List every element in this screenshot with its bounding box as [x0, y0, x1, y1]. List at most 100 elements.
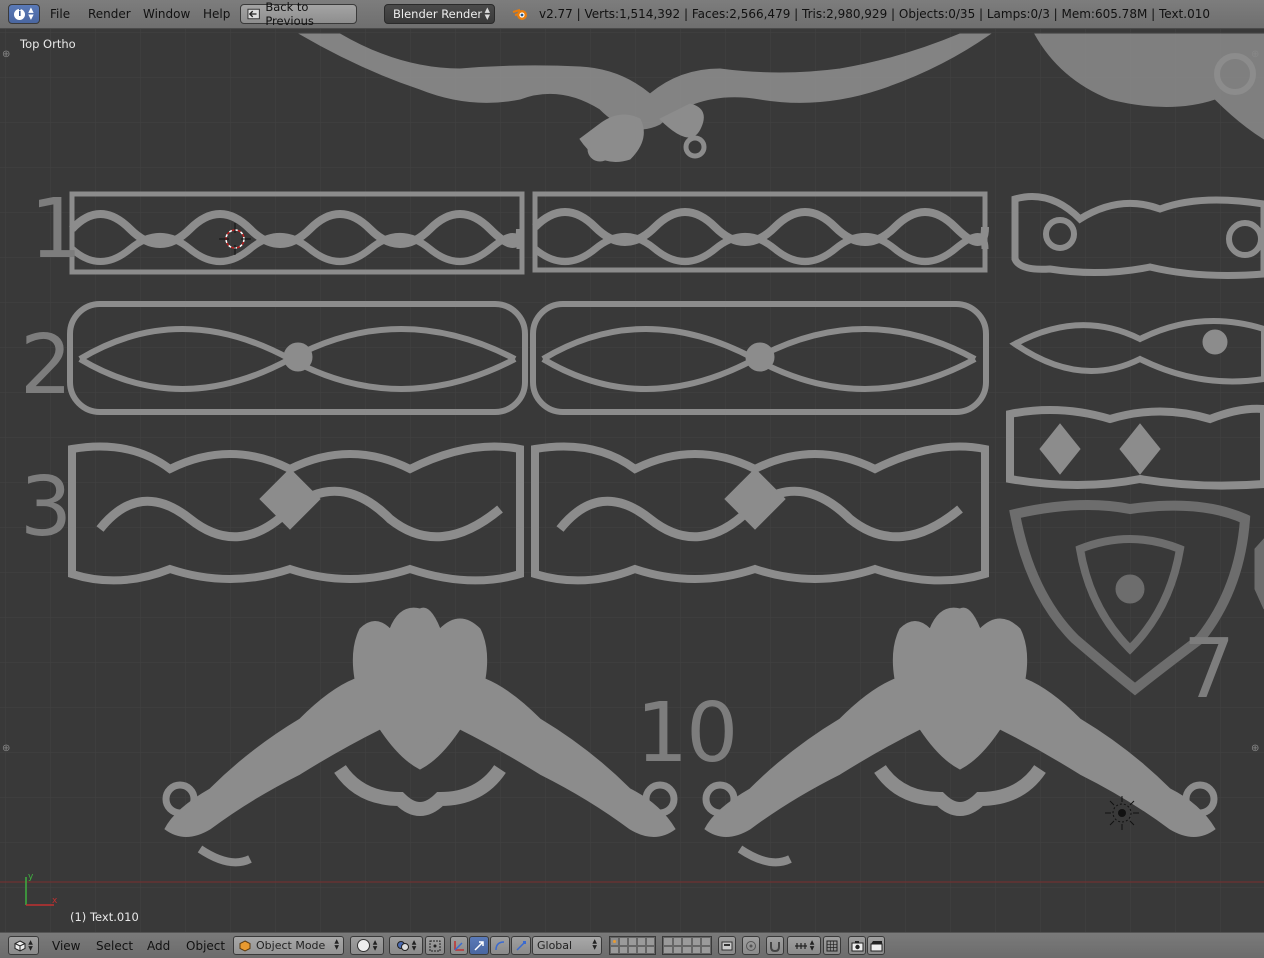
editor-type-button[interactable]: i ▲ ▼ — [8, 4, 40, 24]
chevron-updown-icon: ▲ ▼ — [484, 6, 490, 21]
editor-type-button[interactable]: ▲ ▼ — [8, 936, 39, 955]
render-engine-label: Blender Render — [393, 7, 483, 21]
axis-x-label: x — [52, 896, 58, 906]
camera-icon — [851, 940, 863, 951]
layer-button[interactable] — [628, 945, 637, 954]
layer-button[interactable] — [628, 937, 637, 946]
menu-file[interactable]: File — [50, 7, 70, 21]
chevron-updown-icon: ▲ ▼ — [372, 938, 378, 952]
layer-button[interactable] — [701, 945, 711, 954]
solid-shading-icon — [356, 939, 370, 952]
layer-button[interactable] — [672, 945, 683, 954]
layer-buttons-group-1[interactable] — [609, 936, 656, 955]
transform-orientation-dropdown[interactable]: Global ▲ ▼ — [532, 936, 602, 955]
back-arrow-icon — [247, 8, 260, 20]
layers-lock-icon — [721, 941, 733, 950]
corner-ornament — [1034, 33, 1264, 140]
orientation-label: Global — [537, 939, 573, 952]
row-number-2: 2 — [20, 318, 73, 413]
layer-button[interactable] — [610, 937, 619, 946]
area-split-icon[interactable]: ⊕ — [1251, 49, 1259, 60]
snap-target-button[interactable] — [823, 936, 841, 955]
center-points-icon — [429, 940, 441, 951]
manipulator-icon — [453, 941, 464, 951]
pivot-icon — [396, 940, 409, 951]
crest-ornament-left — [162, 607, 678, 867]
rotate-icon — [495, 940, 505, 950]
layer-button[interactable] — [646, 945, 655, 954]
chevron-updown-icon: ▲ ▼ — [334, 938, 339, 951]
layer-button[interactable] — [691, 937, 702, 946]
blender-logo-icon — [512, 9, 527, 20]
lamp-object-icon[interactable] — [1103, 794, 1141, 832]
mode-label: Object Mode — [256, 939, 326, 952]
menu-add[interactable]: Add — [147, 939, 170, 953]
manipulator-toggle[interactable] — [450, 936, 468, 955]
translate-manipulator-button[interactable] — [469, 936, 489, 955]
menu-help[interactable]: Help — [203, 7, 230, 21]
row-number-3: 3 — [20, 460, 73, 555]
layer-button[interactable] — [619, 937, 628, 946]
back-button-label: Back to Previous — [265, 0, 314, 28]
area-split-icon[interactable]: ⊕ — [2, 49, 10, 60]
view-label: Top Ortho — [20, 37, 76, 51]
chevron-updown-icon: ▲ ▼ — [809, 938, 815, 952]
proportional-circle-icon — [746, 940, 756, 951]
band-row-2 — [67, 301, 1264, 415]
pivot-point-dropdown[interactable]: ▲ ▼ — [389, 936, 423, 955]
layer-buttons-group-2[interactable] — [662, 936, 712, 955]
3d-viewport[interactable]: 1 2 3 10 7 Top Ortho ⊕ ⊕ ⊕ ⊕ y x (1) Tex… — [0, 29, 1264, 932]
area-split-icon[interactable]: ⊕ — [2, 743, 10, 754]
layer-button[interactable] — [663, 945, 673, 954]
axis-gizmo: y x — [25, 872, 58, 906]
layer-button[interactable] — [701, 937, 711, 946]
layer-button[interactable] — [663, 937, 673, 946]
menu-select[interactable]: Select — [96, 939, 133, 953]
snap-element-dropdown[interactable]: ▲ ▼ — [787, 936, 821, 955]
scale-manipulator-button[interactable] — [511, 936, 531, 955]
manipulate-center-toggle[interactable] — [425, 936, 445, 955]
layer-button[interactable] — [637, 937, 646, 946]
opengl-render-animation-button[interactable] — [867, 936, 885, 955]
magnet-icon — [770, 941, 780, 952]
3d-view-header: ▲ ▼ View Select Add Object Object Mode ▲ ▼… — [0, 932, 1264, 958]
layer-button[interactable] — [682, 945, 692, 954]
back-to-previous-button[interactable]: Back to Previous — [240, 0, 357, 28]
chevron-updown-icon: ▲ ▼ — [592, 938, 597, 951]
menu-render[interactable]: Render — [88, 7, 131, 21]
render-engine-dropdown[interactable]: Blender Render ▲ ▼ — [384, 4, 495, 24]
snap-toggle-button[interactable] — [766, 936, 784, 955]
layer-button[interactable] — [610, 945, 619, 954]
row-number-10: 10 — [636, 686, 738, 781]
menu-window[interactable]: Window — [143, 7, 190, 21]
scene-statistics: v2.77 | Verts:1,514,392 | Faces:2,566,47… — [539, 7, 1210, 21]
rotate-manipulator-button[interactable] — [490, 936, 510, 955]
band-row-3 — [68, 404, 1264, 585]
layer-button[interactable] — [619, 945, 628, 954]
axis-y-label: y — [28, 872, 34, 882]
menu-object[interactable]: Object — [186, 939, 225, 953]
mode-dropdown[interactable]: Object Mode ▲ ▼ — [233, 936, 344, 955]
layer-button[interactable] — [672, 937, 683, 946]
layer-button[interactable] — [682, 937, 692, 946]
grid-snap-icon — [826, 940, 838, 951]
3d-cursor-icon[interactable] — [219, 223, 251, 255]
clapperboard-icon — [870, 940, 882, 951]
ornament-scene — [67, 33, 1264, 867]
layer-button[interactable] — [637, 945, 646, 954]
active-object-label: (1) Text.010 — [70, 910, 139, 924]
viewport-shading-dropdown[interactable]: ▲ ▼ — [350, 936, 384, 955]
scale-icon — [516, 940, 526, 951]
chevron-updown-icon: ▲ ▼ — [411, 938, 417, 952]
info-icon: i — [14, 8, 26, 20]
layer-button[interactable] — [646, 937, 655, 946]
opengl-render-button[interactable] — [848, 936, 866, 955]
lock-layers-button[interactable] — [718, 936, 736, 955]
area-split-icon[interactable]: ⊕ — [1251, 743, 1259, 754]
cube-icon — [14, 939, 26, 952]
layer-button[interactable] — [691, 945, 702, 954]
chevron-updown-icon: ▲ ▼ — [28, 938, 33, 952]
info-header: i ▲ ▼ File Render Window Help Back to Pre… — [0, 0, 1264, 29]
menu-view[interactable]: View — [52, 939, 80, 953]
proportional-editing-button[interactable] — [742, 936, 760, 955]
